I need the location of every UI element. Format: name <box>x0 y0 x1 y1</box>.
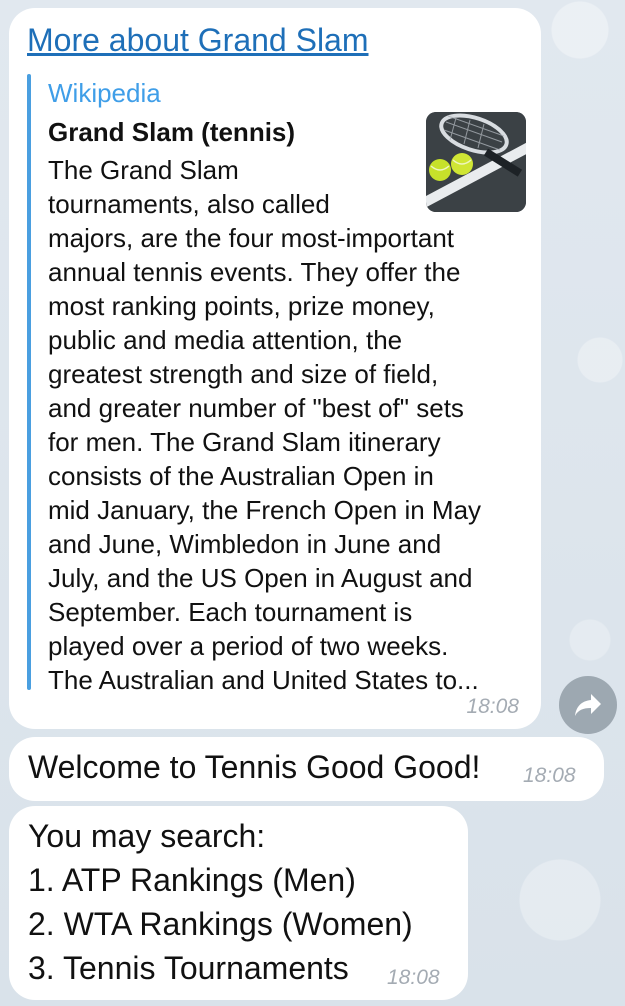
link-preview-card[interactable]: Wikipedia Grand Slam (tennis) The Grand … <box>27 74 527 695</box>
description-line: for men. The Grand Slam itinerary <box>48 427 441 457</box>
message-timestamp: 18:08 <box>466 695 519 718</box>
description-line: played over a period of two weeks. <box>48 631 449 661</box>
description-line: majors, are the four most-important <box>48 223 455 253</box>
description-line: September. Each tournament is <box>48 597 413 627</box>
message-timestamp: 18:08 <box>523 764 576 787</box>
message-text: Welcome to Tennis Good Good! <box>28 749 481 785</box>
message-bubble-search-options[interactable]: You may search: 1. ATP Rankings (Men) 2.… <box>9 806 468 1000</box>
message-bubble-welcome[interactable]: Welcome to Tennis Good Good! 18:08 <box>9 737 604 801</box>
preview-title: Grand Slam (tennis) <box>48 117 296 147</box>
description-line: mid January, the French Open in May <box>48 495 482 525</box>
forward-button[interactable] <box>559 676 617 734</box>
message-text-line: 3. Tennis Tournaments <box>28 950 349 986</box>
message-timestamp: 18:08 <box>387 966 440 989</box>
description-line: most ranking points, prize money, <box>48 291 435 321</box>
message-bubble-link-preview[interactable]: More about Grand Slam Wikipedia Grand Sl… <box>9 8 541 729</box>
description-line: and greater number of "best of" sets <box>48 393 464 423</box>
description-line: The Grand Slam <box>48 155 239 185</box>
description-line: tournaments, also called <box>48 189 330 219</box>
message-text-line: 1. ATP Rankings (Men) <box>28 862 356 898</box>
preview-accent-bar <box>27 74 31 690</box>
description-line: consists of the Australian Open in <box>48 461 434 491</box>
message-link[interactable]: More about Grand Slam <box>27 22 369 59</box>
description-line: and June, Wimbledon in June and <box>48 529 442 559</box>
forward-arrow-icon <box>575 694 601 716</box>
description-line: public and media attention, the <box>48 325 403 355</box>
description-line: greatest strength and size of field, <box>48 359 439 389</box>
message-text-line: You may search: <box>28 818 266 854</box>
preview-description: The Grand Slam tournaments, also called … <box>48 153 548 697</box>
message-text-line: 2. WTA Rankings (Women) <box>28 906 413 942</box>
description-line: The Australian and United States to... <box>48 665 479 695</box>
description-line: July, and the US Open in August and <box>48 563 473 593</box>
description-line: annual tennis events. They offer the <box>48 257 461 287</box>
preview-site-name: Wikipedia <box>48 78 161 108</box>
